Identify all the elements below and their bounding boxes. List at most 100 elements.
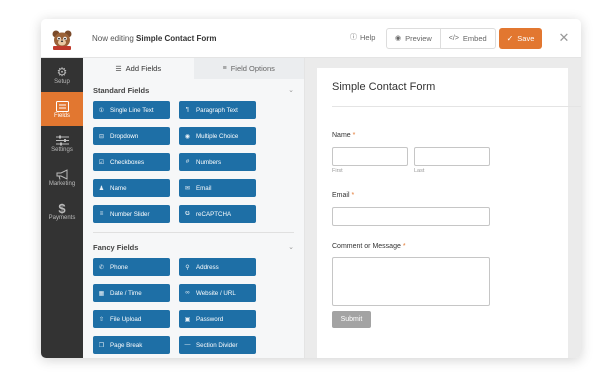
field-button-date-time[interactable]: ▦ Date / Time xyxy=(93,284,170,302)
field-button-email[interactable]: ✉ Email xyxy=(179,179,256,197)
nav-item-marketing[interactable]: Marketing xyxy=(41,160,83,194)
phone-icon: ✆ xyxy=(98,264,105,271)
editing-indicator: Now editing Simple Contact Form xyxy=(92,19,217,58)
upload-icon: ⇧ xyxy=(98,316,105,323)
nav-label-settings: Settings xyxy=(51,146,73,153)
required-mark: * xyxy=(402,243,406,250)
hash-icon: # xyxy=(185,159,190,165)
first-name-input[interactable] xyxy=(332,147,408,166)
copy-icon: ❐ xyxy=(98,342,105,349)
field-button-page-break[interactable]: ❐ Page Break xyxy=(93,336,170,354)
nav-label-fields: Fields xyxy=(53,112,70,119)
link-icon: ∞ xyxy=(185,290,190,296)
paragraph-icon: ¶ xyxy=(185,107,190,113)
field-label: Number Slider xyxy=(110,210,150,218)
submit-label: Submit xyxy=(340,316,363,323)
required-mark: * xyxy=(351,192,355,199)
tab-field-options-label: Field Options xyxy=(230,64,275,73)
message-textarea[interactable] xyxy=(332,257,490,306)
field-label: Email xyxy=(196,184,212,192)
field-button-dropdown[interactable]: ⊟ Dropdown xyxy=(93,127,170,145)
field-label: Paragraph Text xyxy=(196,106,238,114)
field-button-website-url[interactable]: ∞ Website / URL xyxy=(179,284,256,302)
tab-add-fields[interactable]: ☰ Add Fields xyxy=(83,58,194,79)
field-label: Website / URL xyxy=(196,289,236,297)
fancy-fields-header[interactable]: Fancy Fields ⌄ xyxy=(83,236,304,258)
nav-item-settings[interactable]: Settings xyxy=(41,126,83,160)
field-button-multiple-choice[interactable]: ◉ Multiple Choice xyxy=(179,127,256,145)
field-label: File Upload xyxy=(110,315,142,323)
editing-form-name: Simple Contact Form xyxy=(136,34,217,43)
message-field-label: Comment or Message * xyxy=(332,243,406,250)
field-label: Checkboxes xyxy=(110,158,145,166)
field-button-phone[interactable]: ✆ Phone xyxy=(93,258,170,276)
first-sublabel: First xyxy=(332,168,343,174)
close-icon[interactable]: ✕ xyxy=(557,29,571,47)
dollar-icon: $ xyxy=(58,200,66,216)
preview-button[interactable]: ◉ Preview xyxy=(387,29,440,48)
field-button-single-line-text[interactable]: ① Single Line Text xyxy=(93,101,170,119)
nav-item-fields[interactable]: Fields xyxy=(41,92,83,126)
save-button[interactable]: ✓ Save xyxy=(499,28,542,49)
field-button-number-slider[interactable]: ≡ Number Slider xyxy=(93,205,170,223)
field-button-file-upload[interactable]: ⇧ File Upload xyxy=(93,310,170,328)
bear-logo-icon xyxy=(52,30,72,50)
fancy-fields-grid: ✆ Phone ⚲ Address ▦ Date / Time ∞ Website / … xyxy=(83,258,304,354)
slider-icon: ≡ xyxy=(99,211,104,217)
field-label: reCAPTCHA xyxy=(196,210,232,218)
nav-item-payments[interactable]: $ Payments xyxy=(41,194,83,228)
builder-nav: ⚙ Setup Fields Settings Marketing $ Paym… xyxy=(41,58,83,358)
field-label: Multiple Choice xyxy=(196,132,239,140)
lock-icon: ▣ xyxy=(184,316,191,323)
name-label: Name xyxy=(332,132,351,139)
field-button-recaptcha[interactable]: GreCAPTCHA xyxy=(179,205,256,223)
help-icon: ⓘ xyxy=(350,34,357,41)
help-label: Help xyxy=(360,32,376,42)
preview-label: Preview xyxy=(405,34,432,43)
map-pin-icon: ⚲ xyxy=(185,264,190,271)
check-icon: ✓ xyxy=(506,34,514,43)
field-label: Numbers xyxy=(196,158,222,166)
required-mark: * xyxy=(352,132,356,139)
field-label: Page Break xyxy=(110,341,143,349)
eye-icon: ◉ xyxy=(395,35,402,42)
tab-field-options[interactable]: ≡ Field Options xyxy=(193,58,304,79)
last-name-input[interactable] xyxy=(414,147,490,166)
form-preview: Simple Contact Form Name * First Last Em… xyxy=(317,68,581,358)
submit-button[interactable]: Submit xyxy=(332,311,371,328)
field-button-paragraph-text[interactable]: ¶ Paragraph Text xyxy=(179,101,256,119)
title-separator xyxy=(332,106,581,107)
field-button-password[interactable]: ▣ Password xyxy=(179,310,256,328)
chevron-down-icon: ⌄ xyxy=(288,244,294,251)
field-button-checkboxes[interactable]: ☑ Checkboxes xyxy=(93,153,170,171)
field-label: Address xyxy=(196,263,219,271)
field-label: Date / Time xyxy=(110,289,142,297)
fields-panel: ☰ Add Fields ≡ Field Options Standard Fi… xyxy=(83,58,305,358)
tab-add-fields-label: Add Fields xyxy=(125,64,162,73)
sliders-icon: ≡ xyxy=(222,65,227,72)
help-link[interactable]: ⓘ Help xyxy=(350,32,375,42)
nav-label-setup: Setup xyxy=(54,78,70,85)
megaphone-icon xyxy=(56,168,69,181)
standard-fields-header[interactable]: Standard Fields ⌄ xyxy=(83,79,304,101)
sliders-icon xyxy=(55,134,69,147)
field-button-numbers[interactable]: # Numbers xyxy=(179,153,256,171)
logo xyxy=(41,19,83,58)
field-button-section-divider[interactable]: — Section Divider xyxy=(179,336,256,354)
embed-label: Embed xyxy=(462,34,487,43)
embed-button[interactable]: </> Embed xyxy=(439,29,495,48)
gear-icon: ⚙ xyxy=(56,65,68,79)
field-label: Dropdown xyxy=(110,132,139,140)
field-button-address[interactable]: ⚲ Address xyxy=(179,258,256,276)
chevron-down-icon: ⌄ xyxy=(288,87,294,94)
dropdown-icon: ⊟ xyxy=(98,133,105,140)
save-label: Save xyxy=(517,34,535,43)
email-input[interactable] xyxy=(332,207,490,226)
field-button-name[interactable]: ♟ Name xyxy=(93,179,170,197)
field-label: Password xyxy=(196,315,224,323)
form-preview-area: Simple Contact Form Name * First Last Em… xyxy=(305,58,581,358)
nav-item-setup[interactable]: ⚙ Setup xyxy=(41,58,83,92)
calendar-icon: ▦ xyxy=(98,290,105,297)
fancy-fields-title: Fancy Fields xyxy=(93,242,139,252)
field-label: Phone xyxy=(110,263,128,271)
